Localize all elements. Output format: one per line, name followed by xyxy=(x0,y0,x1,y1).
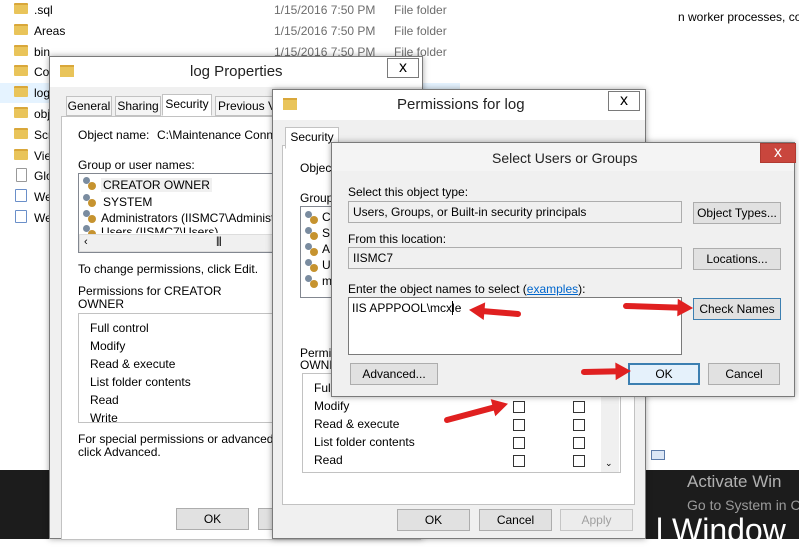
arrow-to-check-names xyxy=(623,303,686,311)
arrow-to-ok xyxy=(581,368,624,375)
arrow-to-ok-head xyxy=(615,362,632,381)
arrow-to-modify-head xyxy=(490,399,508,417)
arrow-to-check-names-head xyxy=(677,298,694,317)
annotation-arrows xyxy=(444,298,694,423)
arrow-to-modify xyxy=(444,403,501,423)
arrow-to-object-names xyxy=(476,307,521,317)
arrow-to-object-names-head xyxy=(468,302,486,321)
